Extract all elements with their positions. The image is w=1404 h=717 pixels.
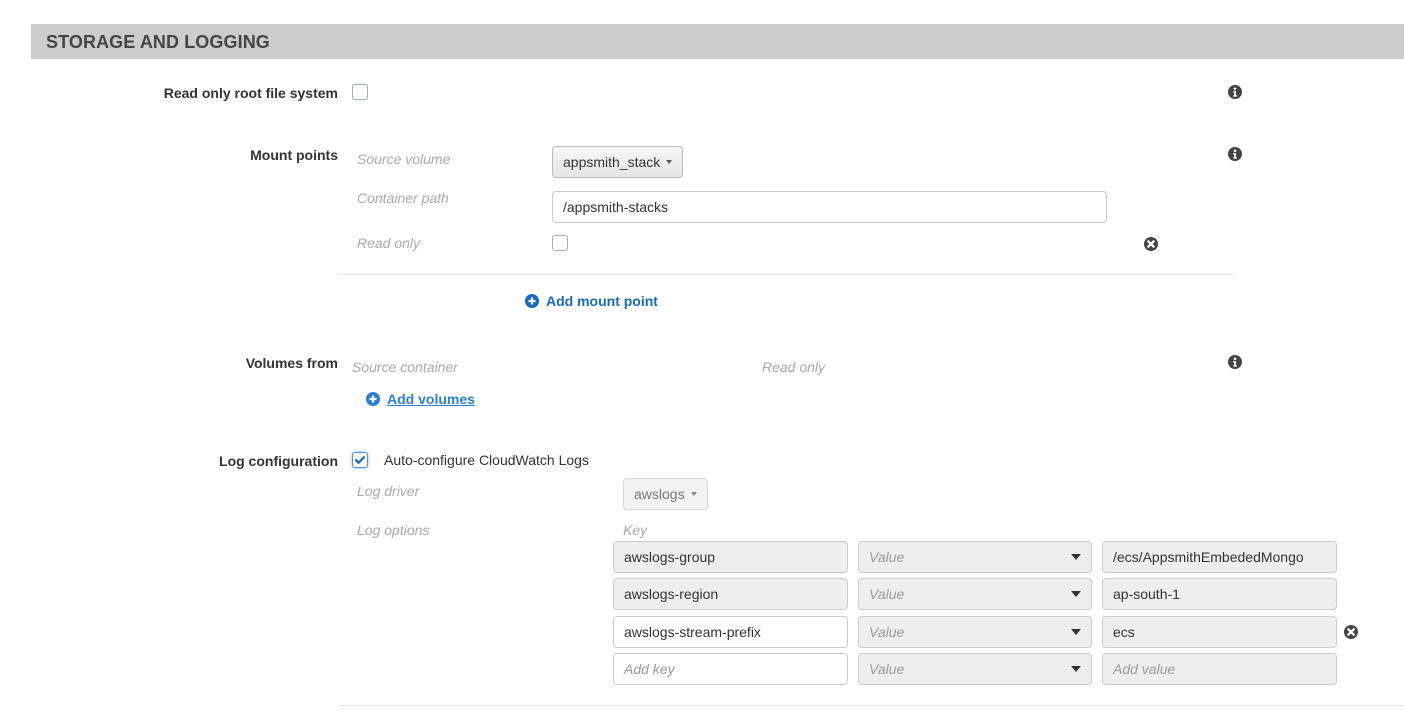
- log-driver-value: awslogs: [634, 486, 685, 502]
- new-log-option-key-input[interactable]: Add key: [613, 653, 848, 685]
- log-option-key-text: awslogs-region: [624, 586, 719, 602]
- add-volumes-label: Add volumes: [387, 391, 475, 407]
- log-option-key[interactable]: awslogs-region: [613, 578, 848, 610]
- mount-points-divider: [338, 274, 1236, 275]
- caret-down-icon: [1071, 629, 1081, 635]
- volumes-read-only-label: Read only: [762, 359, 826, 375]
- value-placeholder: Add value: [1113, 661, 1176, 677]
- read-only-root-info-icon[interactable]: [1228, 85, 1242, 102]
- read-only-root-label: Read only root file system: [163, 85, 338, 101]
- log-driver-dropdown[interactable]: awslogs: [623, 478, 708, 510]
- caret-down-icon: [1071, 666, 1081, 672]
- log-config-divider: [338, 705, 1404, 706]
- volumes-from-info-icon[interactable]: [1228, 355, 1242, 372]
- log-option-key[interactable]: awslogs-group: [613, 541, 848, 573]
- value-type-text: Value: [869, 586, 905, 602]
- caret-down-icon: [666, 160, 673, 164]
- auto-configure-label: Auto-configure CloudWatch Logs: [384, 452, 589, 468]
- caret-down-icon: [690, 492, 697, 496]
- key-placeholder: Add key: [624, 661, 675, 677]
- log-option-value-text: ecs: [1113, 624, 1135, 640]
- mount-points-label: Mount points: [250, 147, 338, 163]
- log-option-value-text: ap-south-1: [1113, 586, 1180, 602]
- log-option-key[interactable]: awslogs-stream-prefix: [613, 616, 848, 648]
- checkmark-icon: [354, 456, 366, 464]
- log-options-label: Log options: [357, 522, 430, 538]
- caret-down-icon: [1071, 591, 1081, 597]
- plus-circle-icon: [366, 392, 380, 406]
- add-volumes-button[interactable]: Add volumes: [366, 391, 475, 407]
- log-option-key-text: awslogs-stream-prefix: [624, 624, 761, 640]
- log-option-value[interactable]: ecs: [1102, 616, 1337, 648]
- source-volume-label: Source volume: [357, 151, 451, 167]
- auto-configure-checkbox[interactable]: [352, 452, 368, 468]
- mount-read-only-checkbox[interactable]: [552, 235, 568, 251]
- new-log-option-value-type-select[interactable]: Value: [858, 653, 1092, 685]
- value-type-text: Value: [869, 661, 905, 677]
- log-option-key-text: awslogs-group: [624, 549, 716, 565]
- mount-points-info-icon[interactable]: [1228, 147, 1242, 164]
- container-path-value: /appsmith-stacks: [563, 199, 669, 215]
- caret-down-icon: [1071, 554, 1081, 560]
- new-log-option-value-input[interactable]: Add value: [1102, 653, 1337, 685]
- value-type-text: Value: [869, 549, 905, 565]
- log-option-value-type-select[interactable]: Value: [858, 541, 1092, 573]
- mount-read-only-label: Read only: [357, 235, 421, 251]
- log-option-value-type-select[interactable]: Value: [858, 616, 1092, 648]
- source-volume-value: appsmith_stack: [563, 154, 661, 170]
- log-option-value-type-select[interactable]: Value: [858, 578, 1092, 610]
- source-container-label: Source container: [352, 359, 458, 375]
- log-option-value[interactable]: ap-south-1: [1102, 578, 1337, 610]
- log-driver-label: Log driver: [357, 483, 420, 499]
- section-header: STORAGE AND LOGGING: [31, 24, 1404, 59]
- read-only-root-checkbox[interactable]: [352, 84, 368, 100]
- log-option-value-text: /ecs/AppsmithEmbededMongo: [1113, 549, 1304, 565]
- add-mount-point-label: Add mount point: [546, 293, 658, 309]
- remove-mount-point-icon[interactable]: [1144, 237, 1158, 254]
- add-mount-point-button[interactable]: Add mount point: [525, 293, 658, 309]
- container-path-label: Container path: [357, 190, 449, 206]
- volumes-from-label: Volumes from: [245, 355, 338, 371]
- value-type-text: Value: [869, 624, 905, 640]
- remove-log-option-icon[interactable]: [1344, 625, 1358, 642]
- container-path-input[interactable]: /appsmith-stacks: [552, 191, 1107, 223]
- plus-circle-icon: [525, 294, 539, 308]
- source-volume-dropdown[interactable]: appsmith_stack: [552, 146, 684, 178]
- log-configuration-label: Log configuration: [219, 453, 338, 469]
- key-column-header: Key: [623, 522, 648, 538]
- log-option-value[interactable]: /ecs/AppsmithEmbededMongo: [1102, 541, 1337, 573]
- section-title: STORAGE AND LOGGING: [46, 32, 270, 52]
